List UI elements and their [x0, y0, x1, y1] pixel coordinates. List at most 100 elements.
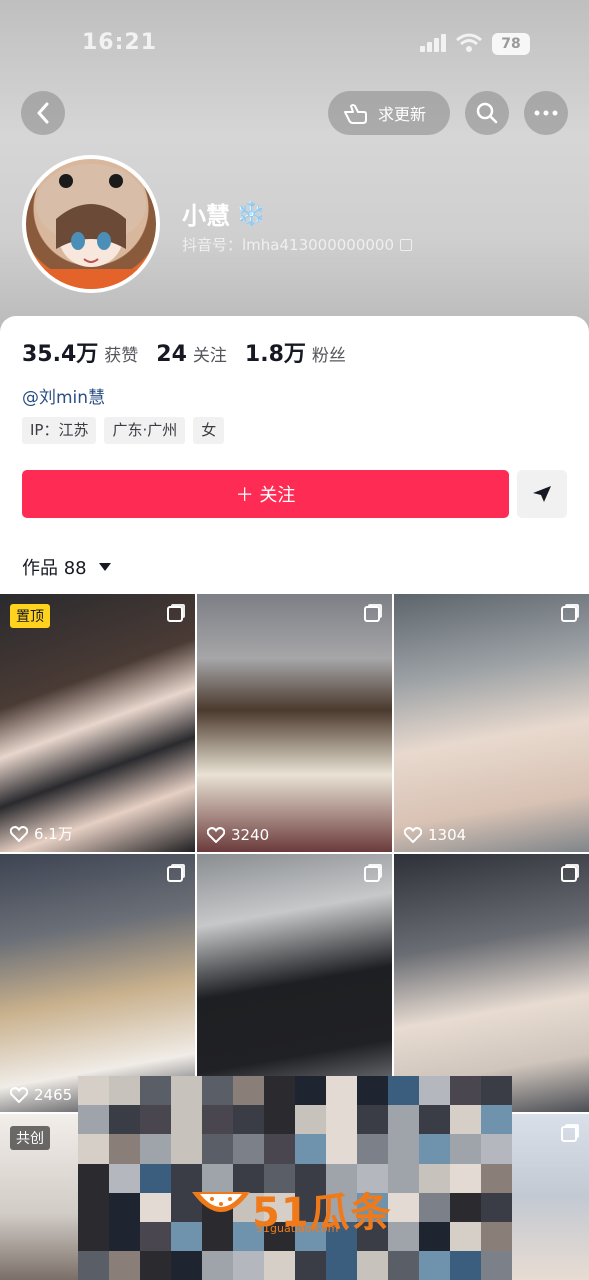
- avatar[interactable]: [22, 155, 160, 293]
- mosaic-block: [295, 1076, 326, 1106]
- like-count: 1304: [404, 826, 466, 844]
- mosaic-block: [450, 1076, 481, 1106]
- avatar-illustration: [26, 164, 156, 289]
- like-count-text: 6.1万: [34, 825, 73, 843]
- mosaic-block: [326, 1134, 357, 1164]
- mosaic-block: [233, 1076, 264, 1106]
- multi-image-icon: [167, 866, 183, 882]
- mosaic-block: [140, 1076, 171, 1106]
- mosaic-block: [481, 1076, 512, 1106]
- send-message-button[interactable]: [517, 470, 567, 518]
- mosaic-block: [140, 1192, 171, 1222]
- video-thumbnail[interactable]: 3240: [197, 594, 392, 852]
- more-dots-icon: [534, 110, 558, 116]
- mosaic-block: [109, 1192, 140, 1222]
- stat-followers[interactable]: 1.8万 粉丝: [245, 336, 346, 368]
- mosaic-block: [264, 1105, 295, 1135]
- video-thumbnail[interactable]: 1304: [394, 594, 589, 852]
- heart-icon: [207, 827, 225, 843]
- works-tab-label: 作品 88: [22, 558, 87, 579]
- mosaic-block: [78, 1163, 109, 1193]
- profile-tags: IP：江苏 广东·广州 女: [22, 417, 225, 444]
- mosaic-block: [78, 1251, 109, 1280]
- like-count-text: 1304: [428, 826, 467, 844]
- copy-icon[interactable]: [400, 238, 412, 251]
- like-count-text: 2465: [34, 1086, 73, 1104]
- mosaic-block: [140, 1221, 171, 1252]
- mosaic-block: [264, 1076, 295, 1106]
- profile-stats: 35.4万 获赞 24 关注 1.8万 粉丝: [22, 336, 364, 368]
- stat-value: 35.4万: [22, 342, 99, 367]
- mosaic-block: [109, 1076, 140, 1106]
- multi-image-icon: [167, 606, 183, 622]
- mosaic-block: [326, 1105, 357, 1135]
- mosaic-block: [481, 1163, 512, 1193]
- mosaic-block: [419, 1134, 450, 1164]
- works-tab[interactable]: 作品 88: [22, 554, 111, 580]
- mosaic-block: [481, 1134, 512, 1164]
- mosaic-block: [419, 1105, 450, 1135]
- mosaic-block: [109, 1251, 140, 1280]
- mosaic-block: [388, 1105, 419, 1135]
- video-thumbnail[interactable]: 2465: [0, 854, 195, 1112]
- stat-label: 关注: [192, 346, 227, 366]
- video-thumbnail[interactable]: [197, 854, 392, 1112]
- dropdown-triangle-icon: [98, 563, 111, 571]
- like-count-text: 3240: [231, 826, 270, 844]
- battery-indicator: 78: [492, 33, 530, 55]
- collab-badge: 共创: [10, 1126, 50, 1150]
- mosaic-block: [140, 1105, 171, 1135]
- gender-tag: 女: [193, 417, 225, 444]
- video-thumbnail[interactable]: [394, 854, 589, 1112]
- mosaic-block: [109, 1221, 140, 1252]
- status-time: 16:21: [82, 30, 158, 55]
- multi-image-icon: [364, 606, 380, 622]
- follow-button[interactable]: ＋ 关注: [22, 470, 509, 518]
- status-bar: 16:21 78: [0, 0, 589, 86]
- mention-link[interactable]: @刘min慧: [22, 383, 105, 408]
- mosaic-block: [109, 1134, 140, 1164]
- chevron-left-icon: [37, 102, 49, 124]
- heart-icon: [10, 825, 28, 842]
- mosaic-block: [295, 1105, 326, 1135]
- mosaic-block: [450, 1221, 481, 1252]
- stat-likes[interactable]: 35.4万 获赞: [22, 336, 138, 368]
- mosaic-block: [233, 1251, 264, 1280]
- mosaic-block: [450, 1105, 481, 1135]
- mosaic-block: [264, 1251, 295, 1280]
- heart-icon: [10, 1087, 28, 1103]
- mosaic-block: [295, 1134, 326, 1164]
- mosaic-block: [233, 1134, 264, 1164]
- mosaic-block: [202, 1134, 233, 1164]
- mosaic-block: [171, 1134, 202, 1164]
- mosaic-block: [450, 1251, 481, 1280]
- mosaic-block: [140, 1251, 171, 1280]
- stat-following[interactable]: 24 关注: [156, 341, 227, 367]
- mosaic-block: [357, 1134, 388, 1164]
- mosaic-block: [78, 1076, 109, 1106]
- mosaic-block: [450, 1192, 481, 1222]
- more-button[interactable]: [524, 91, 568, 135]
- snowflake-icon: ❄️: [236, 199, 266, 228]
- like-count: 6.1万: [10, 823, 73, 844]
- search-button[interactable]: [465, 91, 509, 135]
- video-thumbnail[interactable]: 置顶 6.1万: [0, 594, 195, 852]
- watermelon-logo-icon: [192, 1192, 250, 1212]
- like-count: 2465: [10, 1086, 72, 1104]
- back-button[interactable]: [21, 91, 65, 135]
- multi-image-icon: [561, 606, 577, 622]
- wifi-icon: [456, 33, 482, 52]
- mosaic-block: [171, 1076, 202, 1106]
- search-icon: [476, 102, 498, 124]
- request-update-button[interactable]: 求更新: [328, 91, 450, 135]
- mosaic-block: [419, 1221, 450, 1252]
- douyin-id[interactable]: 抖音号：lmha413000000000: [182, 234, 412, 255]
- mosaic-block: [481, 1221, 512, 1252]
- mosaic-block: [419, 1076, 450, 1106]
- stat-label: 获赞: [104, 346, 139, 366]
- nickname-text: 小慧: [182, 202, 230, 230]
- mosaic-block: [109, 1163, 140, 1193]
- multi-image-icon: [364, 866, 380, 882]
- watermark-url: 51guatiao.com: [256, 1222, 339, 1235]
- mosaic-block: [481, 1192, 512, 1222]
